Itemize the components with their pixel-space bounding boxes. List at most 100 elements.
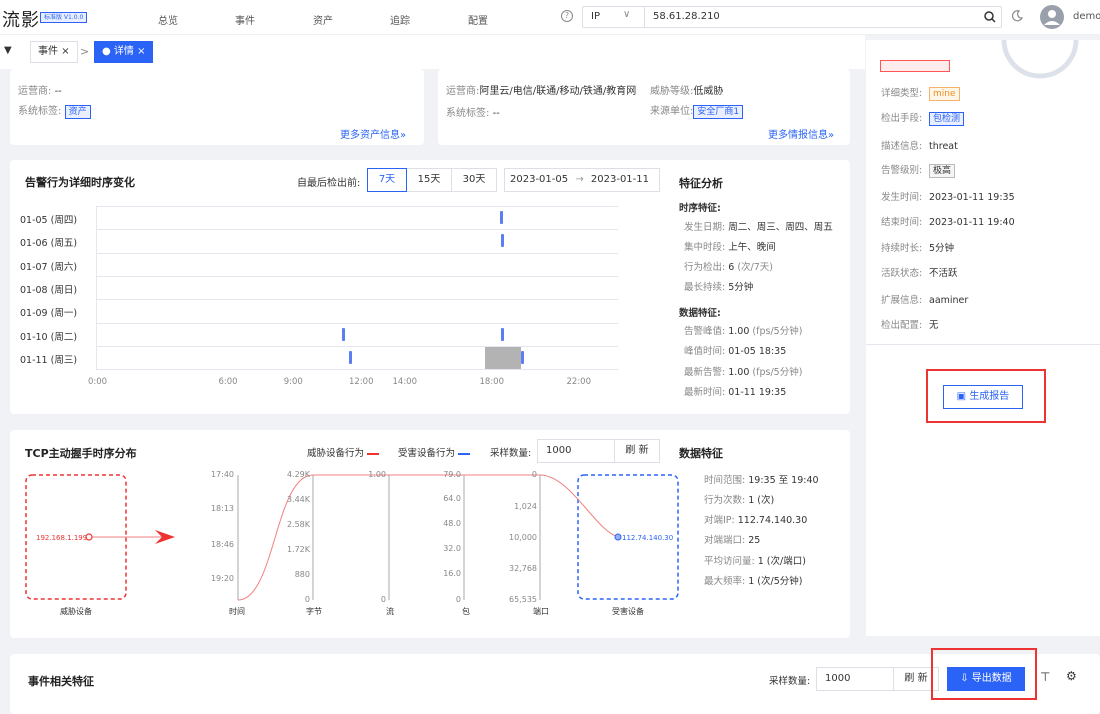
nav-events[interactable]: 事件 bbox=[235, 12, 255, 27]
export-label: 导出数据 bbox=[971, 673, 1012, 684]
feature-label: 对端端口: bbox=[704, 535, 746, 546]
top-bar: 流影 标准版 V1.0.0 总览 事件 资产 追踪 配置 ? IP ∨ 58.6… bbox=[0, 0, 1100, 35]
axis-tick: 79.0 bbox=[443, 470, 461, 479]
arrow-right-icon: → bbox=[575, 174, 584, 185]
avatar[interactable] bbox=[1040, 5, 1064, 29]
tcp-feature-row: 时间范围: 19:35 至 19:40 bbox=[704, 472, 819, 486]
chart-highlight-range[interactable] bbox=[485, 346, 522, 370]
export-data-button[interactable]: ⇩ 导出数据 bbox=[947, 667, 1025, 691]
range-15d-button[interactable]: 15天 bbox=[406, 168, 452, 192]
chart-event-mark[interactable] bbox=[521, 350, 525, 364]
chart-event-mark[interactable] bbox=[500, 234, 504, 248]
chart-event-mark[interactable] bbox=[499, 211, 503, 224]
detect-method-tag: 包检测 bbox=[929, 112, 965, 126]
feature-row: 行为检出: 6 (次/7天) bbox=[684, 259, 773, 273]
detail-value: 5分钟 bbox=[929, 243, 955, 254]
tab-label: ● 详情 bbox=[102, 46, 134, 57]
asset-tag: 资产 bbox=[64, 105, 91, 119]
theme-toggle-icon[interactable] bbox=[1010, 9, 1024, 23]
axis-tick: 0 bbox=[380, 595, 386, 604]
search-type-select[interactable]: IP ∨ bbox=[583, 7, 645, 27]
chart-gridline bbox=[96, 206, 618, 207]
detail-row: 告警级别: 极高 bbox=[881, 162, 956, 178]
tcp-title: TCP主动握手时序分布 bbox=[25, 447, 137, 460]
more-intel-link[interactable]: 更多情报信息» bbox=[768, 126, 834, 141]
detail-value: 无 bbox=[929, 320, 939, 331]
feature-value: 1 (次/5分钟) bbox=[748, 576, 803, 587]
detail-row: 检出配置: 无 bbox=[881, 317, 939, 331]
axis-tick: 16.0 bbox=[443, 569, 461, 578]
axis-tick: 0 bbox=[304, 595, 310, 604]
chart-gridline bbox=[96, 369, 618, 371]
username[interactable]: demo bbox=[1073, 11, 1100, 22]
detail-row: 持续时长: 5分钟 bbox=[881, 240, 954, 254]
feature-row: 峰值时间: 01-05 18:35 bbox=[684, 343, 786, 357]
help-icon[interactable]: ? bbox=[561, 10, 573, 22]
bottom-sample-input[interactable]: 1000 bbox=[816, 667, 894, 691]
feature-row: 集中时段: 上午、晚间 bbox=[684, 239, 776, 253]
axis-tick: 17:40 bbox=[210, 470, 234, 479]
axis-label: 流 bbox=[386, 607, 394, 616]
feature-label: 行为次数: bbox=[704, 495, 746, 506]
feature-label: 最新时间: bbox=[684, 387, 726, 398]
chart-x-tick: 0:00 bbox=[88, 377, 108, 387]
axis-tick: 0 bbox=[531, 470, 537, 479]
victim-node[interactable] bbox=[614, 533, 622, 541]
feature-value: 25 bbox=[748, 535, 761, 546]
range-30d-button[interactable]: 30天 bbox=[451, 168, 497, 192]
tab-label: 事件 bbox=[38, 46, 58, 57]
detail-label: 检出配置: bbox=[881, 320, 923, 331]
chart-event-mark[interactable] bbox=[500, 327, 504, 341]
range-7d-button[interactable]: 7天 bbox=[367, 168, 407, 192]
detail-row: 活跃状态: 不活跃 bbox=[881, 265, 958, 279]
date-range-picker[interactable]: 2023-01-05 → 2023-01-11 bbox=[504, 168, 660, 192]
detect-label: 自最后检出前: bbox=[297, 178, 361, 189]
feature-value: 1 (次/端口) bbox=[757, 556, 806, 567]
axis-label: 包 bbox=[462, 607, 470, 616]
chart-gridline bbox=[96, 229, 618, 231]
tab-detail[interactable]: ● 详情 × bbox=[94, 41, 154, 63]
chart-x-tick: 9:00 bbox=[283, 377, 303, 387]
generate-report-button[interactable]: ▣ 生成报告 bbox=[943, 385, 1023, 409]
axis-tick: 64.0 bbox=[443, 494, 461, 503]
timeline-title: 告警行为详细时序变化 bbox=[25, 176, 135, 189]
nav-assets[interactable]: 资产 bbox=[313, 12, 333, 27]
column-height-icon[interactable]: ⊤ bbox=[1040, 670, 1050, 684]
nav-overview[interactable]: 总览 bbox=[158, 12, 178, 27]
intel-system-value: -- bbox=[492, 108, 500, 119]
search-input[interactable]: 58.61.28.210 bbox=[653, 11, 720, 22]
search-type-value: IP bbox=[591, 11, 600, 22]
chart-event-mark[interactable] bbox=[341, 327, 345, 341]
detail-label: 结束时间: bbox=[881, 217, 923, 228]
axis-tick: 18:13 bbox=[210, 504, 234, 513]
alert-level-tag: 极高 bbox=[929, 164, 956, 178]
axis-tick: 32.0 bbox=[443, 544, 461, 553]
chart-gridline bbox=[96, 299, 618, 301]
intel-operator-value: 阿里云/电信/联通/移动/铁通/教育网 bbox=[479, 86, 637, 97]
collapse-icon[interactable]: ▼ bbox=[4, 45, 12, 56]
bottom-sample-label: 采样数量: bbox=[769, 676, 811, 687]
search-icon[interactable] bbox=[983, 10, 997, 24]
close-icon[interactable]: × bbox=[137, 46, 145, 57]
feature-row: 最新告警: 1.00 (fps/5分钟) bbox=[684, 364, 802, 378]
feature-row: 最长持续: 5分钟 bbox=[684, 279, 753, 293]
nav-config[interactable]: 配置 bbox=[468, 12, 488, 27]
tab-bar: ▼ 事件 × > ● 详情 × bbox=[0, 35, 865, 69]
legend-threat-swatch bbox=[367, 452, 380, 455]
close-icon[interactable]: × bbox=[61, 46, 69, 57]
chart-x-tick: 18:00 bbox=[479, 377, 505, 387]
download-icon: ⇩ bbox=[960, 673, 969, 684]
tab-events[interactable]: 事件 × bbox=[30, 41, 78, 63]
detail-label: 扩展信息: bbox=[881, 295, 923, 306]
axis-tick: 880 bbox=[294, 570, 310, 579]
app-logo[interactable]: 流影 bbox=[2, 6, 40, 32]
more-asset-link[interactable]: 更多资产信息» bbox=[340, 126, 406, 141]
settings-icon[interactable]: ⚙ bbox=[1066, 669, 1077, 683]
nav-trace[interactable]: 追踪 bbox=[390, 12, 410, 27]
feature-row: 告警峰值: 1.00 (fps/5分钟) bbox=[684, 323, 802, 337]
chart-y-axis bbox=[96, 206, 97, 370]
score-ring bbox=[1001, 40, 1079, 79]
asset-card: 运营商: -- 系统标签: 资产 更多资产信息» bbox=[10, 69, 424, 145]
right-panel bbox=[866, 40, 1100, 636]
tcp-parallel-chart bbox=[25, 474, 679, 601]
